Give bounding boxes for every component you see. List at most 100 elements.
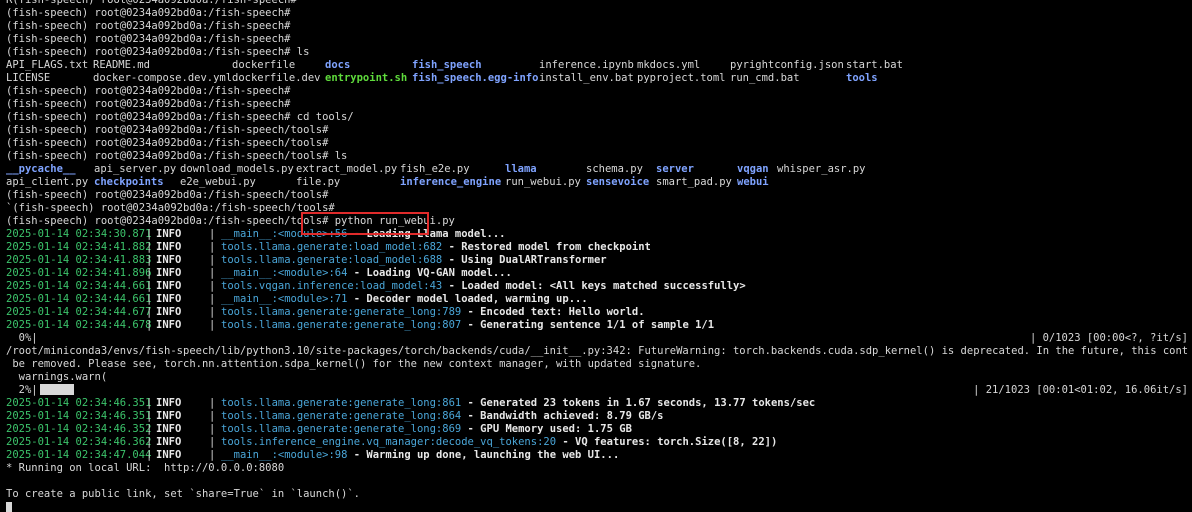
log-timestamp: 2025-01-14 02:34:41.883 <box>6 254 152 266</box>
log-line: 2025-01-14 02:34:30.871 | INFO | __main__:<m… <box>6 228 1188 241</box>
ls-entry: pyrightconfig.json <box>730 59 844 71</box>
log-sep: | <box>146 241 153 253</box>
log-line: 2025-01-14 02:34:47.044 | INFO | __main__:<m… <box>6 449 1188 462</box>
prompt-line: (fish-speech) root@0234a092bd0a:/fish-sp… <box>6 85 1188 98</box>
log-body: tools.llama.generate:load_model:682 - Re… <box>221 241 651 254</box>
prompt-line: (fish-speech) root@0234a092bd0a:/fish-sp… <box>6 189 1188 202</box>
log-module: tools.llama.generate:generate_long:864 <box>221 410 462 422</box>
prompt-line: (fish-speech) root@0234a092bd0a:/fish-sp… <box>6 33 1188 46</box>
log-message: - Loading VQ-GAN model... <box>347 267 512 279</box>
ls-entry: mkdocs.yml <box>637 59 701 71</box>
log-level: INFO <box>156 254 182 266</box>
log-sep: | <box>209 410 216 422</box>
progress-right: | 21/1023 [00:01<01:02, 16.06it/s] <box>973 384 1188 396</box>
ls-entry: README.md <box>93 59 150 71</box>
log-body: tools.llama.generate:generate_long:864 -… <box>221 410 664 423</box>
ls-entry: dockerfile <box>232 59 296 71</box>
log-message: - Encoded text: Hello world. <box>461 306 645 318</box>
log-sep: | <box>146 267 153 279</box>
log-line: 2025-01-14 02:34:44.661 | INFO | __main__:<m… <box>6 293 1188 306</box>
ls-entry: extract_model.py <box>296 163 398 175</box>
prompt-text: (fish-speech) root@0234a092bd0a:/fish-sp… <box>6 111 354 123</box>
ls-row: API_FLAGS.txt README.md dockerfile docs fish… <box>6 59 1188 72</box>
log-level: INFO <box>156 449 182 461</box>
prompt-text: (fish-speech) root@0234a092bd0a:/fish-sp… <box>6 98 291 110</box>
log-sep: | <box>146 410 153 422</box>
log-module: tools.llama.generate:generate_long:807 <box>221 319 462 331</box>
progress-bar-fill <box>39 384 74 395</box>
log-body: __main__:<module>:71 - Decoder model loa… <box>221 293 588 306</box>
prompt-text: (fish-speech) root@0234a092bd0a:/fish-sp… <box>6 215 335 227</box>
prompt-line: R(fish-speech) root@0234a092bd0a:/fish-s… <box>6 0 1188 7</box>
log-module: __main__:<module>:98 <box>221 449 348 461</box>
log-body: tools.llama.generate:load_model:688 - Us… <box>221 254 607 267</box>
terminal-window[interactable]: R(fish-speech) root@0234a092bd0a:/fish-s… <box>0 0 1192 512</box>
log-level: INFO <box>156 267 182 279</box>
log-sep: | <box>146 293 153 305</box>
log-module: tools.llama.generate:generate_long:789 <box>221 306 462 318</box>
public-link-line: To create a public link, set `share=True… <box>6 488 1188 501</box>
warning-text: be removed. Please see, torch.nn.attenti… <box>6 358 702 370</box>
log-module: tools.llama.generate:load_model:688 <box>221 254 443 266</box>
ls-entry: LICENSE <box>6 72 51 84</box>
ls-entry: file.py <box>296 176 341 188</box>
log-sep: | <box>146 397 153 409</box>
ls-entry: vqgan <box>737 163 769 175</box>
ls-entry: e2e_webui.py <box>180 176 256 188</box>
ls-entry: tools <box>846 72 878 84</box>
ls-entry: fish_speech.egg-info <box>412 72 539 84</box>
log-message: - Decoder model loaded, warming up... <box>347 293 588 305</box>
log-body: tools.vqgan.inference:load_model:43 - Lo… <box>221 280 746 293</box>
log-body: tools.llama.generate:generate_long:861 -… <box>221 397 815 410</box>
log-body: __main__:<module>:64 - Loading VQ-GAN mo… <box>221 267 512 280</box>
ls-entry: fish_speech <box>412 59 482 71</box>
log-timestamp: 2025-01-14 02:34:44.678 <box>6 319 152 331</box>
log-level: INFO <box>156 280 182 292</box>
log-timestamp: 2025-01-14 02:34:46.351 <box>6 410 152 422</box>
log-body: tools.llama.generate:generate_long:807 -… <box>221 319 714 332</box>
log-level: INFO <box>156 423 182 435</box>
log-message: - Generated 23 tokens in 1.67 seconds, 1… <box>461 397 816 409</box>
log-message: - VQ features: torch.Size([8, 22]) <box>556 436 778 448</box>
run-command-line: (fish-speech) root@0234a092bd0a:/fish-sp… <box>6 215 1188 228</box>
log-sep: | <box>146 306 153 318</box>
ls-entry: docs <box>325 59 351 71</box>
log-timestamp: 2025-01-14 02:34:46.362 <box>6 436 152 448</box>
log-level: INFO <box>156 436 182 448</box>
ls-entry: docker-compose.dev.yml <box>93 72 233 84</box>
log-timestamp: 2025-01-14 02:34:44.677 <box>6 306 152 318</box>
ls-row: LICENSE docker-compose.dev.yml dockerfile.… <box>6 72 1188 85</box>
prompt-line: (fish-speech) root@0234a092bd0a:/fish-sp… <box>6 20 1188 33</box>
log-module: tools.llama.generate:generate_long:861 <box>221 397 462 409</box>
prompt-line: `(fish-speech) root@0234a092bd0a:/fish-s… <box>6 202 1188 215</box>
ls-entry: dockerfile.dev <box>232 72 321 84</box>
ls-row: api_client.py checkpoints e2e_webui.py file… <box>6 176 1188 189</box>
prompt-text: R(fish-speech) root@0234a092bd0a:/fish-s… <box>6 0 297 6</box>
running-url-text: * Running on local URL: http://0.0.0.0:8… <box>6 462 285 474</box>
log-timestamp: 2025-01-14 02:34:41.896 <box>6 267 152 279</box>
log-timestamp: 2025-01-14 02:34:30.871 <box>6 228 152 240</box>
prompt-line: (fish-speech) root@0234a092bd0a:/fish-sp… <box>6 111 1188 124</box>
log-sep: | <box>209 449 216 461</box>
prompt-text: (fish-speech) root@0234a092bd0a:/fish-sp… <box>6 7 291 19</box>
log-sep: | <box>209 254 216 266</box>
log-message: - Generating sentence 1/1 of sample 1/1 <box>461 319 715 331</box>
log-sep: | <box>209 293 216 305</box>
log-sep: | <box>209 423 216 435</box>
prompt-text: (fish-speech) root@0234a092bd0a:/fish-sp… <box>6 150 348 162</box>
log-sep: | <box>209 436 216 448</box>
log-line: 2025-01-14 02:34:44.678 | INFO | tools.llama… <box>6 319 1188 332</box>
ls-entry: pyproject.toml <box>637 72 726 84</box>
ls-entry: llama <box>505 163 537 175</box>
ls-entry: inference_engine <box>400 176 502 188</box>
log-sep: | <box>209 397 216 409</box>
ls-entry: API_FLAGS.txt <box>6 59 89 71</box>
log-module: __main__:<module>:71 <box>221 293 348 305</box>
log-sep: | <box>146 280 153 292</box>
log-message: - Bandwidth achieved: 8.79 GB/s <box>461 410 664 422</box>
log-sep: | <box>209 306 216 318</box>
log-module: tools.llama.generate:load_model:682 <box>221 241 443 253</box>
prompt-line: (fish-speech) root@0234a092bd0a:/fish-sp… <box>6 150 1188 163</box>
warning-text: warnings.warn( <box>6 371 108 383</box>
log-sep: | <box>209 319 216 331</box>
